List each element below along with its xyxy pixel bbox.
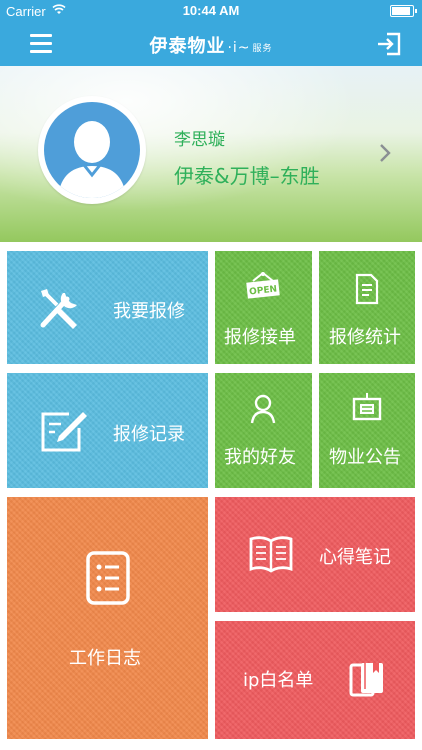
edit-icon bbox=[41, 412, 87, 452]
default-avatar-icon bbox=[44, 102, 140, 198]
tile-label: 我要报修 bbox=[113, 301, 185, 322]
books-icon bbox=[349, 663, 383, 697]
nav-bar: 伊泰物业 ·i~ 服务 bbox=[0, 22, 422, 66]
tile-repair-orders[interactable]: OPEN 报修接单 bbox=[215, 251, 312, 364]
book-icon bbox=[249, 536, 293, 573]
tile-label: 物业公告 bbox=[329, 447, 401, 468]
tile-label: 报修记录 bbox=[113, 424, 185, 445]
tile-label: ip白名单 bbox=[243, 670, 314, 691]
tile-my-friends[interactable]: 我的好友 bbox=[215, 373, 312, 488]
tools-icon bbox=[40, 289, 77, 329]
document-icon bbox=[355, 273, 379, 305]
notice-board-icon bbox=[352, 393, 382, 421]
status-time: 10:44 AM bbox=[182, 3, 240, 18]
tile-label: 心得笔记 bbox=[319, 547, 391, 568]
tile-label: 我的好友 bbox=[224, 447, 296, 468]
logo-sub: 服务 bbox=[252, 43, 273, 54]
battery-icon bbox=[390, 5, 417, 17]
logout-icon[interactable] bbox=[376, 32, 402, 56]
tile-label: 报修统计 bbox=[329, 327, 401, 348]
tile-repair-records[interactable]: 报修记录 bbox=[7, 373, 208, 488]
tile-label: 工作日志 bbox=[69, 648, 141, 669]
tile-ip-whitelist[interactable]: ip白名单 bbox=[215, 621, 415, 739]
app-logo: 伊泰物业 ·i~ 服务 bbox=[0, 32, 422, 58]
profile-banner[interactable]: 李思璇 伊泰&万博–东胜 bbox=[0, 66, 422, 242]
open-sign-icon: OPEN bbox=[246, 272, 280, 299]
user-org: 伊泰&万博–东胜 bbox=[174, 164, 320, 188]
tile-work-log[interactable]: 工作日志 bbox=[7, 497, 208, 739]
logo-mark: ·i~ bbox=[227, 40, 251, 56]
person-icon bbox=[250, 394, 276, 424]
tile-notes[interactable]: 心得笔记 bbox=[215, 497, 415, 612]
status-bar: Carrier 10:44 AM bbox=[0, 0, 422, 22]
tile-property-notice[interactable]: 物业公告 bbox=[319, 373, 415, 488]
avatar[interactable] bbox=[38, 96, 146, 204]
tile-label: 报修接单 bbox=[224, 327, 296, 348]
logo-text: 伊泰物业 bbox=[149, 36, 226, 57]
tile-repair-stats[interactable]: 报修统计 bbox=[319, 251, 415, 364]
chevron-right-icon[interactable] bbox=[378, 142, 392, 164]
list-icon bbox=[86, 551, 130, 605]
tile-repair-request[interactable]: 我要报修 bbox=[7, 251, 208, 364]
user-name: 李思璇 bbox=[174, 130, 225, 150]
